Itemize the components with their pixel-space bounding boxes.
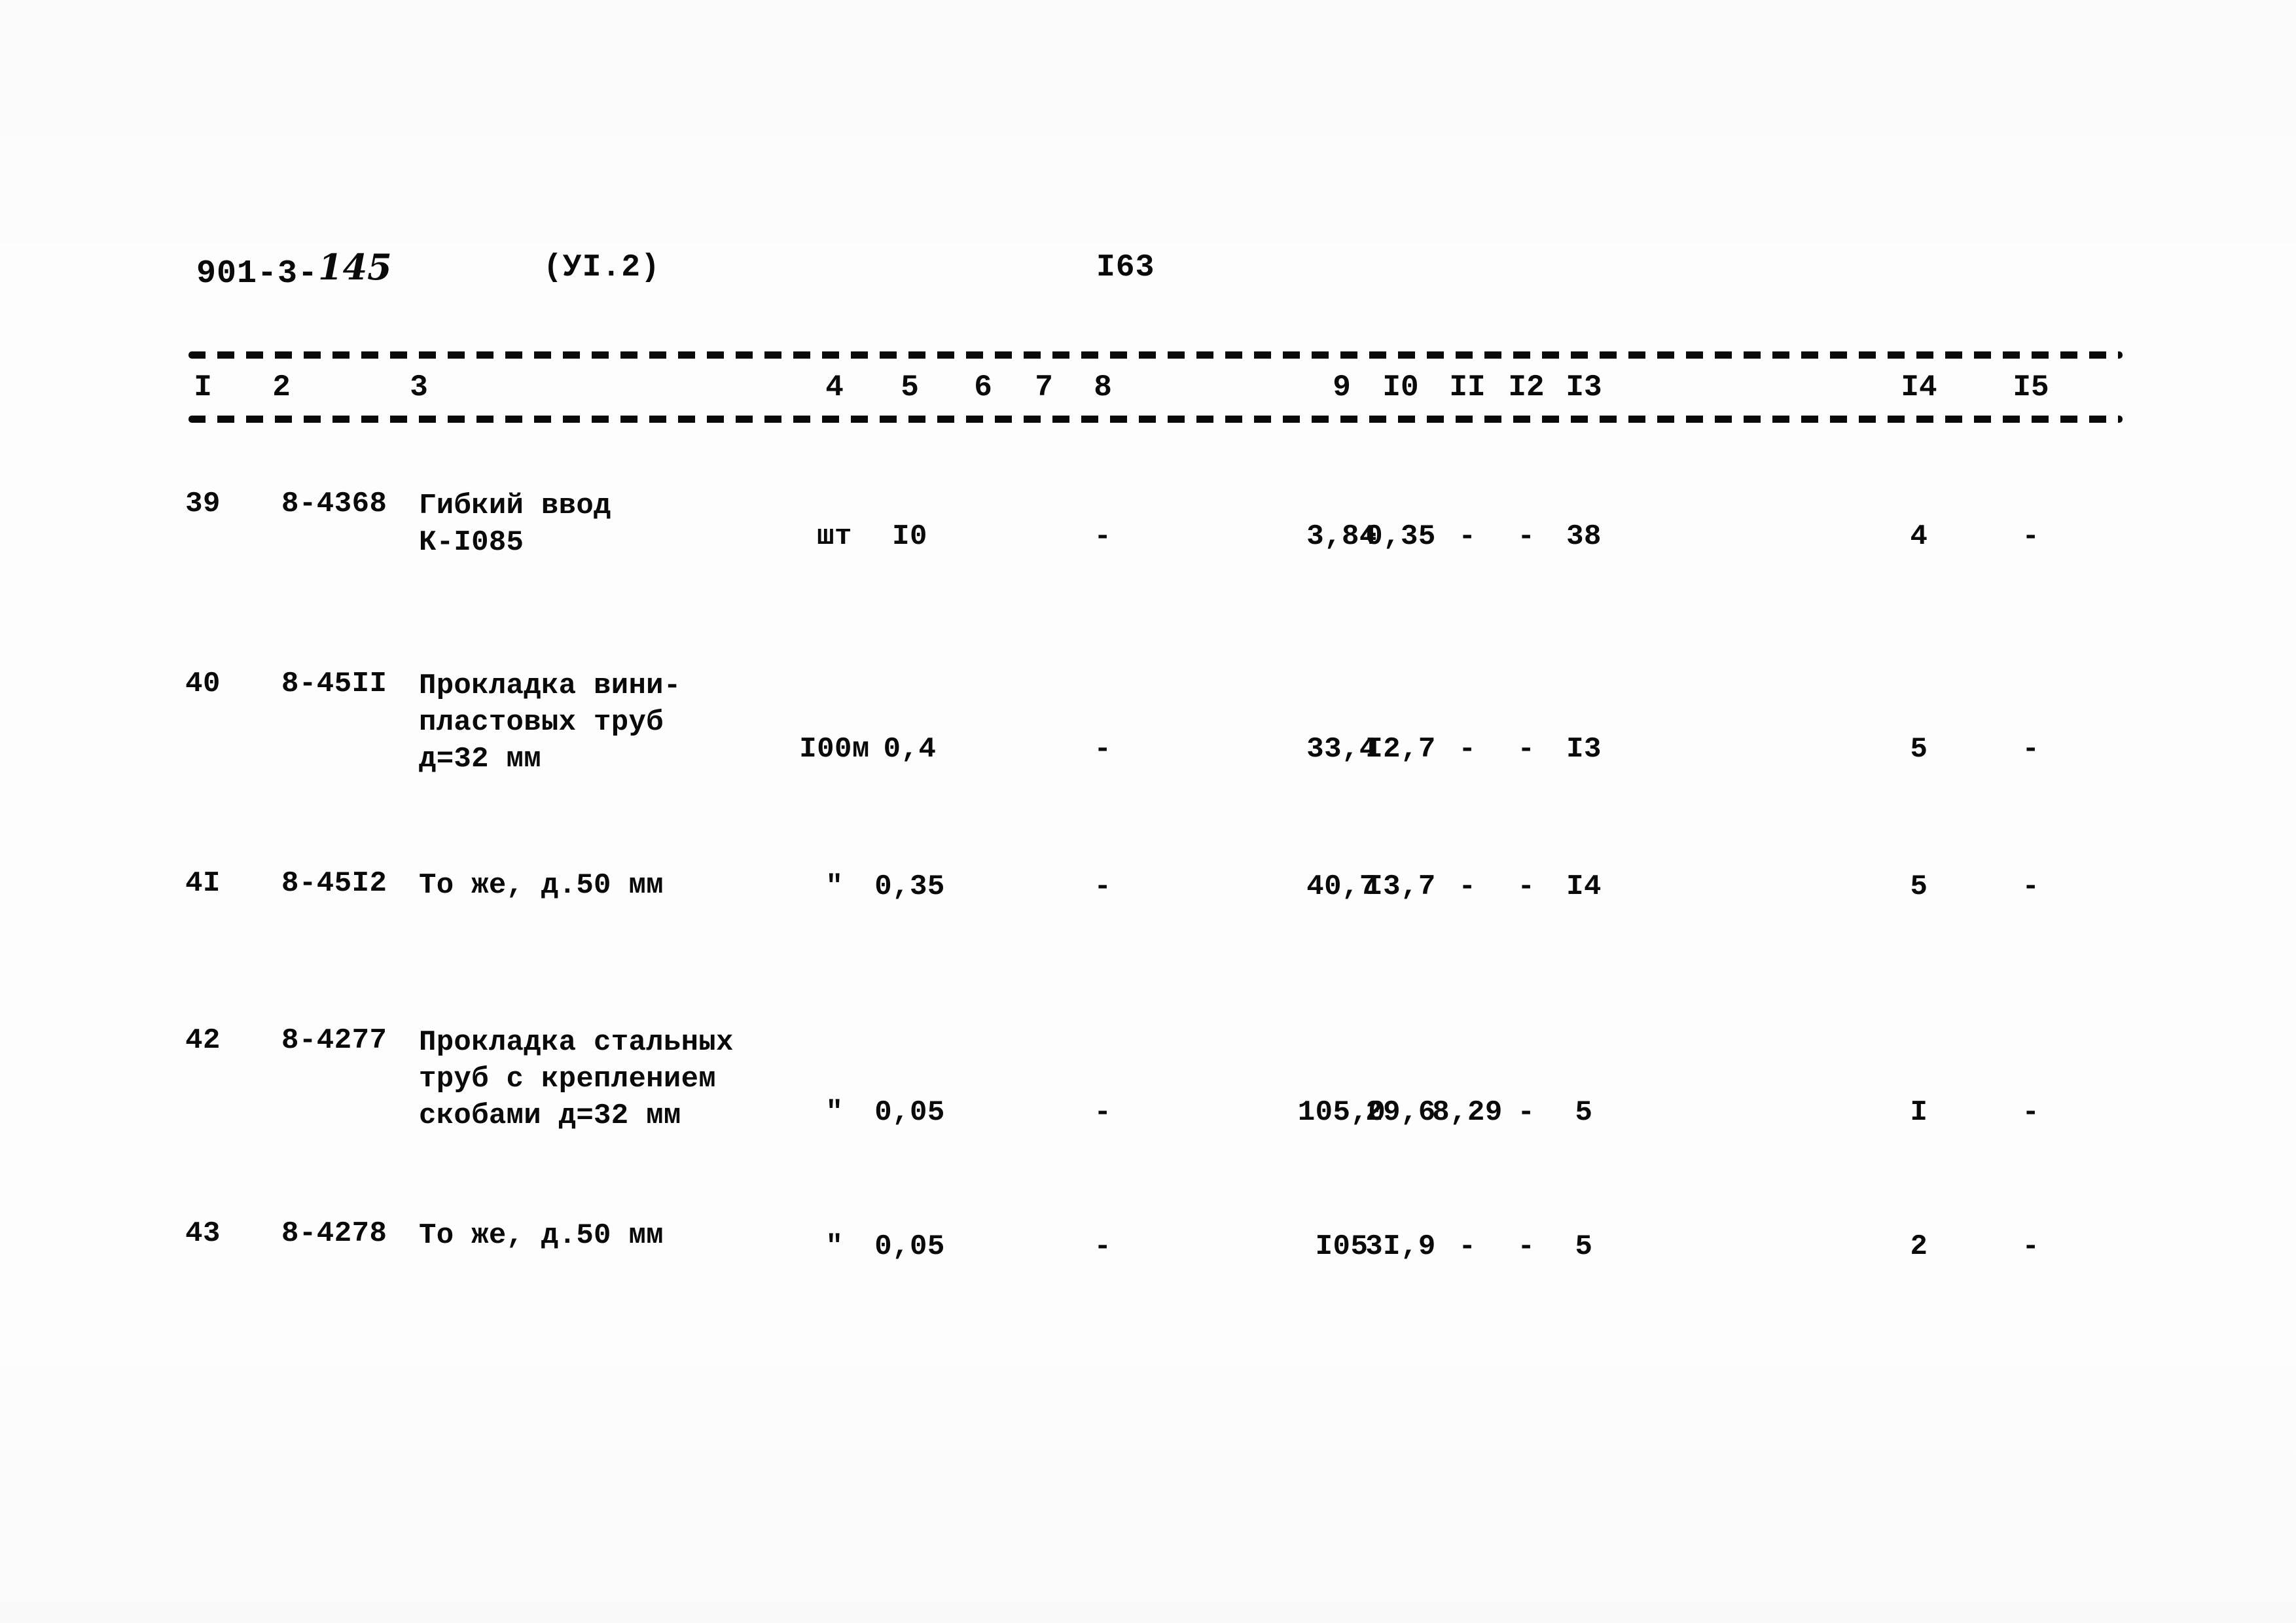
unit-of-measure: " — [825, 1096, 844, 1129]
work-description-line: То же, д.50 мм — [419, 869, 664, 902]
document-page: 901-3-145 (УI.2) I63 I 2 3 4 5 6 7 8 9 I0 II I2 I3 I4… — [0, 0, 2296, 1623]
column-header-8: 8 — [1094, 370, 1112, 404]
column-header-13: I3 — [1566, 370, 1602, 404]
column-header-15: I5 — [2013, 370, 2049, 404]
column-header-5: 5 — [901, 370, 919, 404]
value-col-12: - — [1517, 520, 1535, 553]
column-header-2: 2 — [272, 370, 291, 404]
work-description: То же, д.50 мм — [419, 867, 664, 904]
value-col-10: I2,7 — [1365, 733, 1436, 766]
work-description: Прокладка вини-пластовых труб д=32 мм — [419, 668, 681, 777]
value-col-8: - — [1094, 1230, 1112, 1263]
column-header-10: I0 — [1382, 370, 1419, 404]
value-col-11: - — [1458, 1230, 1477, 1263]
value-col-14: I — [1910, 1096, 1928, 1129]
quantity: I0 — [892, 520, 927, 553]
work-description-line: Прокладка стальных — [419, 1026, 734, 1059]
work-description-line: К-I085 — [419, 526, 524, 559]
column-header-4: 4 — [825, 370, 844, 404]
value-col-8: - — [1094, 733, 1112, 766]
value-col-9: I05 — [1315, 1230, 1369, 1263]
value-col-15: - — [2022, 733, 2040, 766]
value-col-12: - — [1517, 870, 1535, 903]
value-col-13: 5 — [1575, 1096, 1593, 1129]
column-header-6: 6 — [974, 370, 992, 404]
norm-code: 8-4278 — [281, 1217, 387, 1250]
quantity: 0,05 — [874, 1230, 945, 1263]
value-col-11: - — [1458, 520, 1477, 553]
row-number: 39 — [185, 488, 221, 520]
unit-of-measure: " — [825, 1230, 844, 1263]
quantity: 0,4 — [883, 733, 937, 766]
value-col-10: 0,35 — [1365, 520, 1436, 553]
page-number: I63 — [1096, 250, 1155, 285]
work-description-line: д=32 мм — [419, 743, 541, 776]
unit-of-measure: I00м — [799, 733, 870, 766]
column-header-7: 7 — [1035, 370, 1053, 404]
table-top-rule — [188, 351, 2123, 359]
value-col-8: - — [1094, 870, 1112, 903]
document-code-handwritten: 145 — [318, 246, 392, 288]
value-col-13: 5 — [1575, 1230, 1593, 1263]
work-description: То же, д.50 мм — [419, 1217, 664, 1254]
value-col-14: 5 — [1910, 733, 1928, 766]
column-header-11: II — [1449, 370, 1486, 404]
table-header-bottom-rule — [188, 416, 2123, 423]
table-column-header-row: I 2 3 4 5 6 7 8 9 I0 II I2 I3 I4 I5 — [0, 370, 2296, 416]
value-col-15: - — [2022, 870, 2040, 903]
norm-code: 8-45II — [281, 668, 387, 700]
section-label: (УI.2) — [543, 250, 660, 285]
value-col-12: - — [1517, 733, 1535, 766]
column-header-1: I — [194, 370, 212, 404]
norm-code: 8-4368 — [281, 488, 387, 520]
value-col-13: 38 — [1566, 520, 1602, 553]
document-code: 901-3-145 — [196, 246, 392, 293]
value-col-8: - — [1094, 1096, 1112, 1129]
row-number: 42 — [185, 1024, 221, 1057]
document-header: 901-3-145 (УI.2) I63 — [0, 246, 2296, 294]
value-col-10: 29,6 — [1365, 1096, 1436, 1129]
value-col-15: - — [2022, 1096, 2040, 1129]
value-col-8: - — [1094, 520, 1112, 553]
value-col-11: 8,29 — [1432, 1096, 1503, 1129]
work-description: Гибкий ввод К-I085 — [419, 488, 611, 561]
unit-of-measure: " — [825, 870, 844, 903]
norm-code: 8-4277 — [281, 1024, 387, 1057]
value-col-12: - — [1517, 1096, 1535, 1129]
value-col-13: I3 — [1566, 733, 1602, 766]
value-col-10: 3I,9 — [1365, 1230, 1436, 1263]
value-col-15: - — [2022, 520, 2040, 553]
work-description-line: Прокладка вини- — [419, 669, 681, 702]
work-description: Прокладка стальных труб с креплением скоба… — [419, 1024, 734, 1134]
value-col-12: - — [1517, 1230, 1535, 1263]
work-description-line: скобами д=32 мм — [419, 1099, 681, 1132]
value-col-14: 2 — [1910, 1230, 1928, 1263]
row-number: 43 — [185, 1217, 221, 1250]
row-number: 4I — [185, 867, 221, 900]
value-col-11: - — [1458, 870, 1477, 903]
document-code-printed: 901-3- — [196, 255, 319, 293]
value-col-14: 4 — [1910, 520, 1928, 553]
quantity: 0,05 — [874, 1096, 945, 1129]
column-header-9: 9 — [1333, 370, 1351, 404]
quantity: 0,35 — [874, 870, 945, 903]
value-col-15: - — [2022, 1230, 2040, 1263]
work-description-line: пластовых труб — [419, 706, 664, 739]
column-header-12: I2 — [1508, 370, 1545, 404]
column-header-3: 3 — [410, 370, 428, 404]
row-number: 40 — [185, 668, 221, 700]
work-description-line: То же, д.50 мм — [419, 1219, 664, 1252]
work-description-line: Гибкий ввод — [419, 490, 611, 522]
value-col-13: I4 — [1566, 870, 1602, 903]
norm-code: 8-45I2 — [281, 867, 387, 900]
unit-of-measure: шт — [817, 520, 852, 553]
value-col-10: I3,7 — [1365, 870, 1436, 903]
work-description-line: труб с креплением — [419, 1063, 716, 1096]
value-col-14: 5 — [1910, 870, 1928, 903]
value-col-11: - — [1458, 733, 1477, 766]
column-header-14: I4 — [1901, 370, 1937, 404]
